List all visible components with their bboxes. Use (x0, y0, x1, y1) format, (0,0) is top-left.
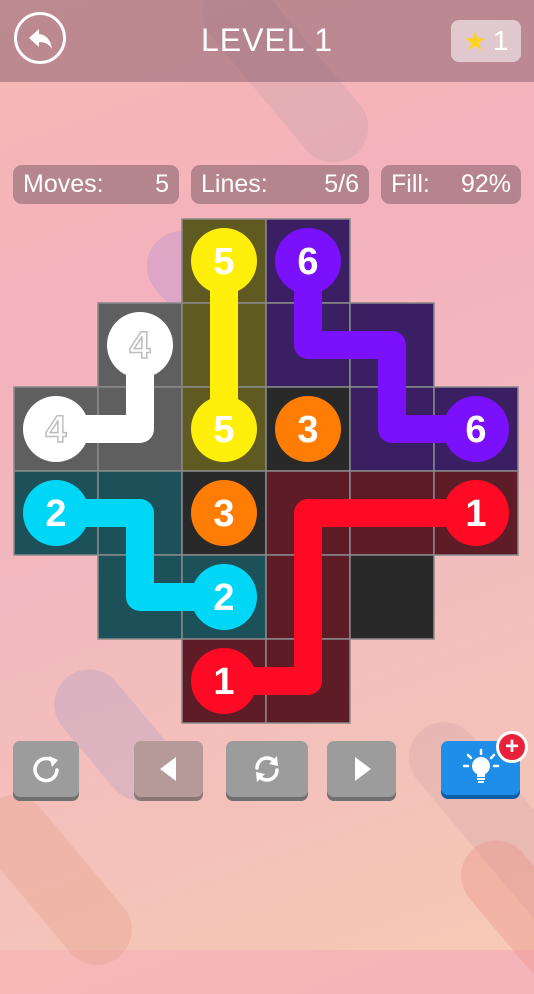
restart-icon (33, 756, 59, 783)
puzzle-board[interactable]: 5 5 6 6 4 4 3 3 2 2 1 1 (0, 0, 534, 950)
dot-number-label: 4 (45, 409, 66, 451)
dot-number-label: 6 (465, 409, 486, 451)
hint-add-badge[interactable]: + (496, 731, 528, 763)
dot-number-label: 2 (45, 493, 66, 535)
dot-number-label: 3 (297, 409, 318, 451)
next-level-button[interactable] (327, 741, 396, 797)
restart-button[interactable] (13, 741, 79, 797)
dot-number-label: 1 (213, 661, 234, 703)
dot-number-label: 1 (465, 493, 486, 535)
dot-number-label: 4 (129, 325, 150, 367)
lightbulb-icon (462, 748, 499, 783)
previous-level-icon (159, 757, 176, 781)
board-cell[interactable] (349, 554, 435, 640)
previous-level-button[interactable] (134, 741, 203, 797)
refresh-icon (255, 756, 279, 782)
dot-number-label: 6 (297, 241, 318, 283)
dot-number-label: 2 (213, 577, 234, 619)
refresh-button[interactable] (226, 741, 308, 797)
dot-number-label: 3 (213, 493, 234, 535)
next-level-icon (354, 757, 371, 781)
dot-number-label: 5 (213, 241, 234, 283)
dot-number-label: 5 (213, 409, 234, 451)
